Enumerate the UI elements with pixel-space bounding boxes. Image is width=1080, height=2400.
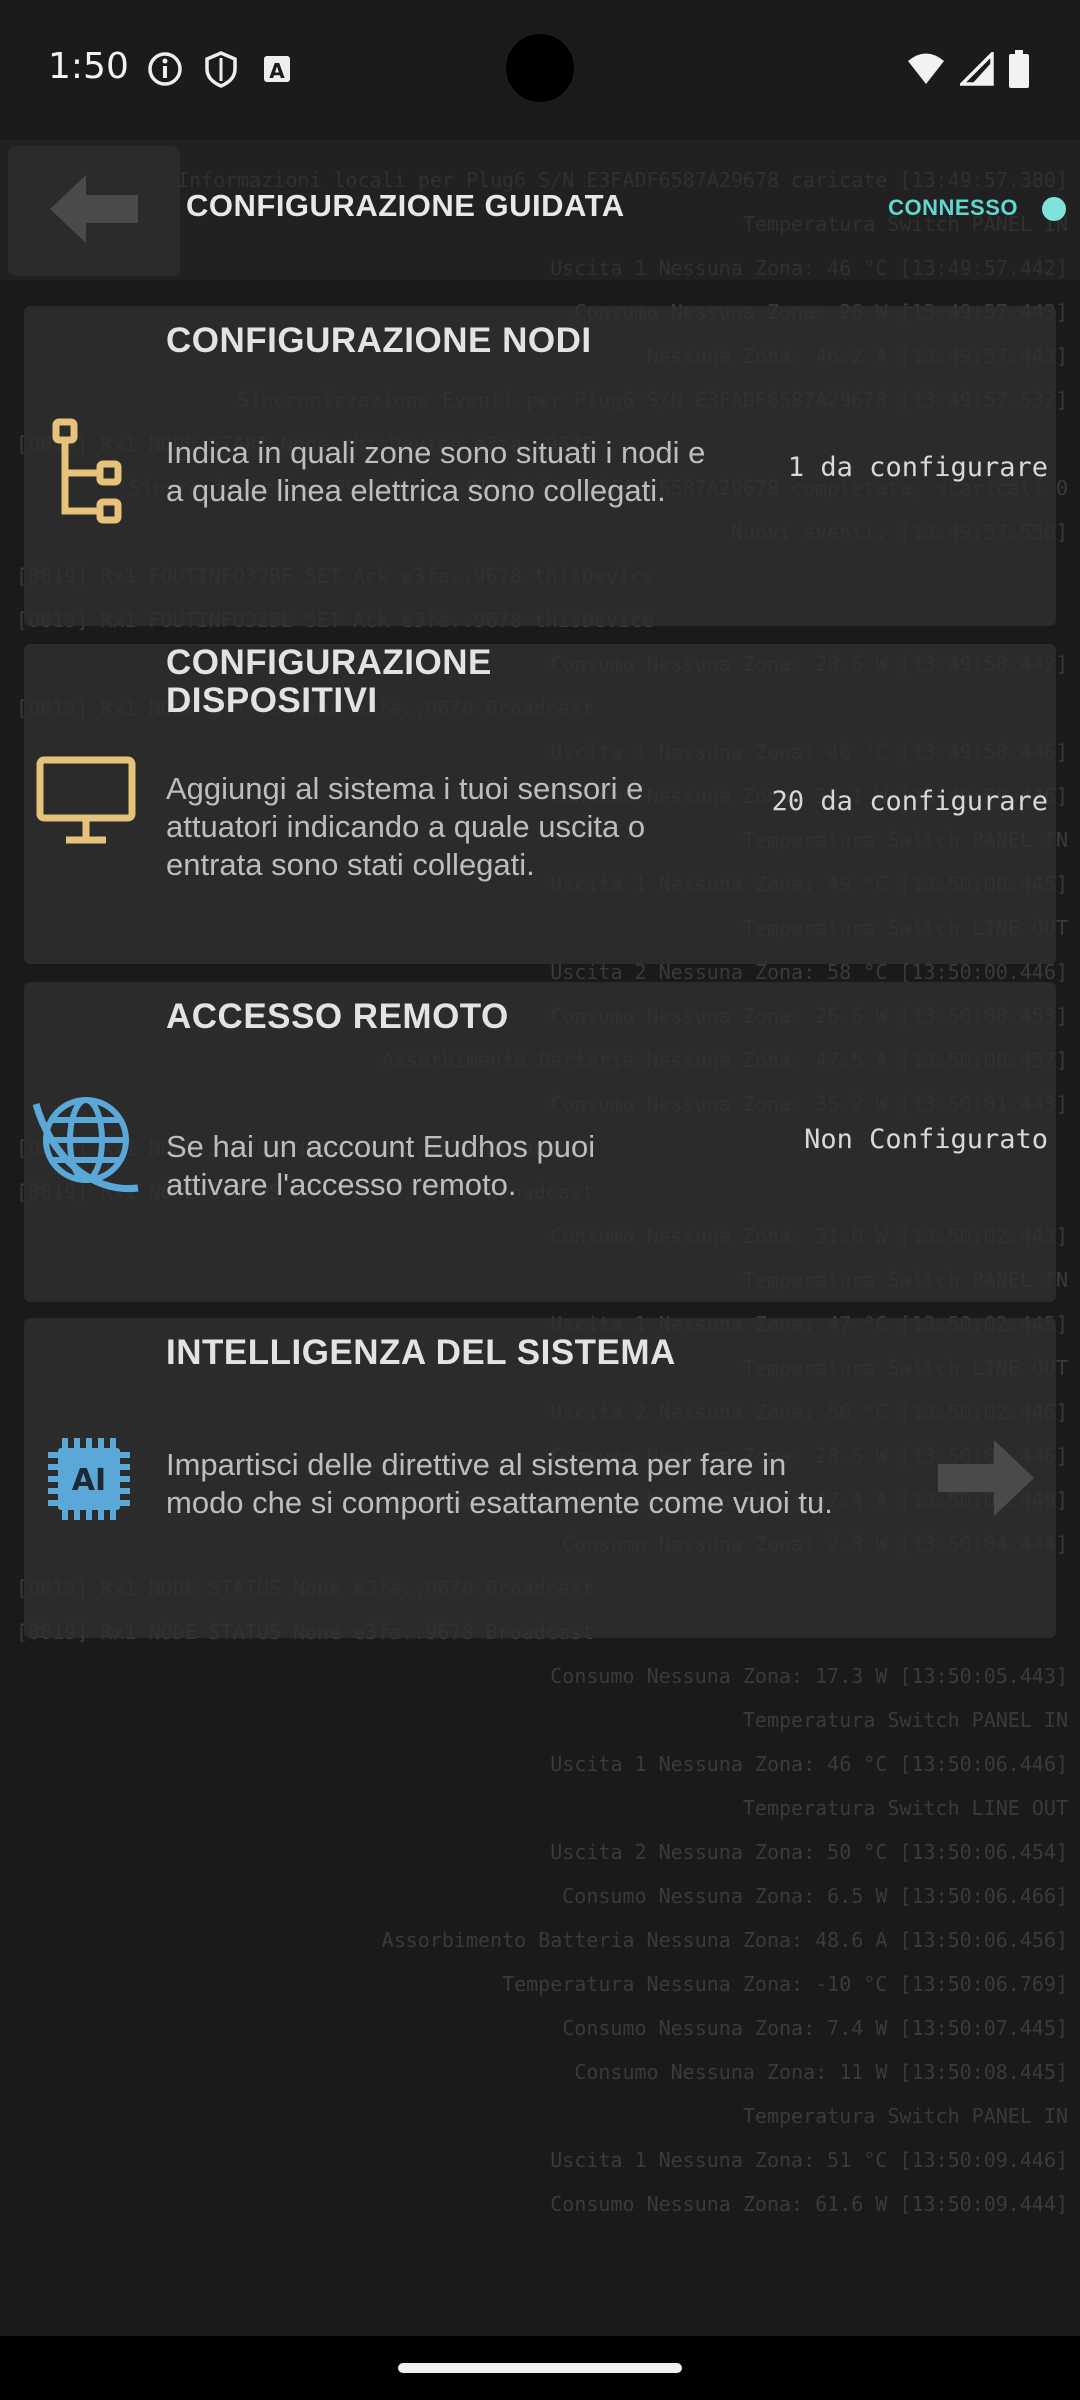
battery-icon	[1008, 50, 1030, 93]
log-line: Temperatura Switch PANEL IN	[742, 1708, 1068, 1732]
card-title: ACCESSO REMOTO	[166, 997, 509, 1036]
log-line: Temperatura Switch LINE OUT	[742, 1796, 1068, 1820]
log-line: Consumo Nessuna Zona: 17.3 W [13:50:05.4…	[550, 1664, 1068, 1688]
connection-status: CONNESSO	[888, 195, 1018, 220]
card-status: Non Configurato	[804, 1124, 1048, 1155]
shield-icon	[202, 50, 240, 88]
log-line: Assorbimento Batteria Nessuna Zona: 48.6…	[381, 1928, 1068, 1952]
back-button[interactable]	[8, 146, 180, 276]
card-title: INTELLIGENZA DEL SISTEMA	[166, 1333, 676, 1372]
status-bar: 1:50 A	[0, 0, 1080, 136]
page-title: CONFIGURAZIONE GUIDATA	[186, 188, 625, 223]
connection-indicator	[1042, 197, 1066, 221]
info-icon	[146, 50, 184, 88]
log-line: Uscita 1 Nessuna Zona: 46 °C [13:50:06.4…	[550, 1752, 1068, 1776]
log-line: Consumo Nessuna Zona: 11 W [13:50:08.445…	[574, 2060, 1068, 2084]
card-status: 20 da configurare	[771, 786, 1048, 817]
log-line: Consumo Nessuna Zona: 61.6 W [13:50:09.4…	[550, 2192, 1068, 2216]
svg-text:A: A	[269, 59, 285, 83]
card-system-intelligence[interactable]: INTELLIGENZA DEL SISTEMA AI Impartisci d…	[24, 1318, 1056, 1638]
log-line: Consumo Nessuna Zona: 6.5 W [13:50:06.46…	[562, 1884, 1068, 1908]
forward-arrow-icon[interactable]	[934, 1436, 1038, 1525]
ai-chip-icon: AI	[44, 1434, 134, 1529]
log-line: Uscita 1 Nessuna Zona: 51 °C [13:50:09.4…	[550, 2148, 1068, 2172]
card-device-configuration[interactable]: CONFIGURAZIONE DISPOSITIVI Aggiungi al s…	[24, 644, 1056, 964]
camera-cutout	[506, 34, 574, 102]
status-time: 1:50	[48, 46, 129, 87]
home-gesture-handle[interactable]	[398, 2363, 682, 2373]
globe-icon	[30, 1084, 146, 1205]
card-title: CONFIGURAZIONE DISPOSITIVI	[166, 643, 492, 720]
log-line: Uscita 2 Nessuna Zona: 50 °C [13:50:06.4…	[550, 1840, 1068, 1864]
card-description: Impartisci delle direttive al sistema pe…	[166, 1447, 833, 1520]
card-description: Aggiungi al sistema i tuoi sensori e att…	[166, 771, 646, 882]
back-arrow-icon	[46, 171, 142, 252]
card-status: 1 da configurare	[787, 452, 1048, 483]
card-remote-access[interactable]: ACCESSO REMOTO Se hai un account Eudhos …	[24, 982, 1056, 1302]
card-title: CONFIGURAZIONE NODI	[166, 321, 592, 360]
monitor-icon	[36, 756, 136, 851]
text-icon: A	[258, 50, 296, 88]
log-line: Consumo Nessuna Zona: 7.4 W [13:50:07.44…	[562, 2016, 1068, 2040]
wifi-icon	[906, 52, 946, 91]
card-description: Indica in quali zone sono situati i nodi…	[166, 435, 706, 508]
card-description: Se hai un account Eudhos puoi attivare l…	[166, 1129, 596, 1202]
log-line: Temperatura Switch PANEL IN	[742, 2104, 1068, 2128]
card-node-configuration[interactable]: CONFIGURAZIONE NODI Indica in quali zone…	[24, 306, 1056, 626]
signal-icon	[957, 49, 994, 91]
ai-chip-label: AI	[72, 1463, 106, 1498]
log-line: Temperatura Nessuna Zona: -10 °C [13:50:…	[502, 1972, 1068, 1996]
node-tree-icon	[30, 414, 130, 529]
